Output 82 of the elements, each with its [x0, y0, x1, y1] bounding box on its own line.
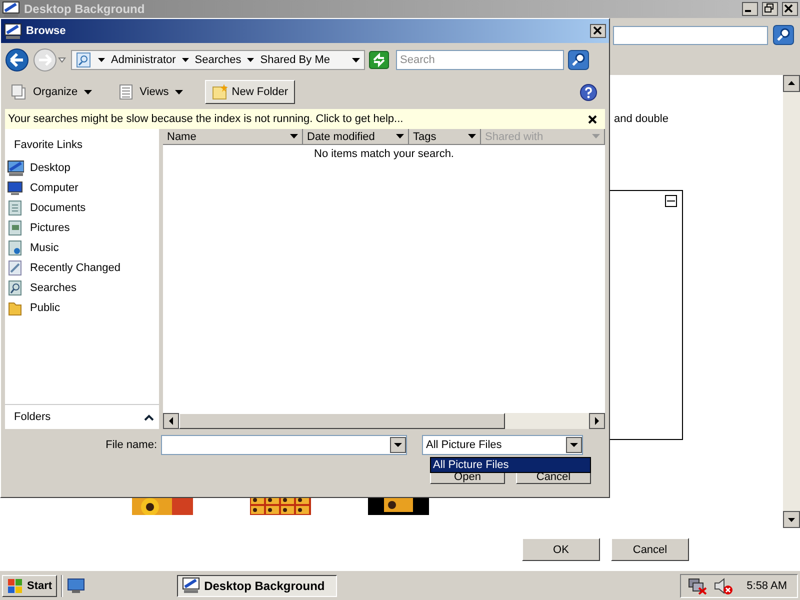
caret-icon [84, 90, 92, 94]
caret-icon [592, 134, 600, 139]
list-view-icon [118, 84, 134, 100]
folders-label: Folders [14, 411, 51, 423]
restore-button[interactable] [762, 2, 778, 16]
search-field[interactable] [613, 26, 768, 44]
breadcrumb-item[interactable]: Searches [194, 54, 242, 66]
close-button[interactable] [590, 24, 606, 38]
caret-icon [182, 58, 189, 62]
new-folder-button[interactable]: New Folder [204, 80, 296, 104]
favorite-link[interactable]: Public [5, 298, 159, 318]
folder-icon [212, 84, 228, 100]
music-icon [7, 240, 24, 256]
search-button[interactable] [773, 25, 794, 45]
favorite-link[interactable]: Searches [5, 278, 159, 298]
close-button[interactable] [782, 2, 798, 16]
volume-muted-icon [712, 576, 733, 594]
refresh-button[interactable] [369, 51, 389, 69]
column-header[interactable]: Tags [409, 129, 481, 145]
instruction-text: and double [614, 113, 668, 125]
column-header[interactable]: Date modified [303, 129, 409, 145]
dropdown-option[interactable]: All Picture Files [431, 458, 590, 472]
favorite-link[interactable]: Pictures [5, 218, 159, 238]
scroll-thumb[interactable] [179, 413, 505, 429]
info-bar-text: Your searches might be slow because the index is not running. Click to get help... [8, 113, 404, 125]
document-icon [7, 200, 24, 216]
caret-icon [247, 58, 254, 62]
folder-icon [7, 300, 24, 316]
favorite-link[interactable]: Computer [5, 178, 159, 198]
minimize-button[interactable] [742, 2, 758, 16]
computer-icon [7, 180, 24, 196]
monitor-icon [4, 22, 22, 40]
file-type-dropdown[interactable]: All Picture Files [422, 435, 583, 455]
favorite-link[interactable]: Desktop [5, 158, 159, 178]
pictures-icon [7, 220, 24, 236]
show-desktop-icon[interactable] [67, 578, 86, 594]
start-button[interactable]: Start [2, 574, 58, 596]
favorite-link[interactable]: Documents [5, 198, 159, 218]
caret-icon [396, 134, 404, 139]
clock: 5:58 AM [746, 580, 787, 592]
dialog-title: Browse [26, 25, 67, 37]
breadcrumb-item[interactable]: Shared By Me [260, 54, 330, 66]
cancel-button[interactable]: Cancel [611, 538, 689, 561]
search-folder-icon [7, 280, 24, 296]
file-name-label: File name: [104, 439, 158, 451]
caret-icon [98, 58, 105, 62]
dropdown-button[interactable] [566, 437, 582, 453]
taskbar-button[interactable]: Desktop Background [177, 574, 338, 596]
caret-icon [174, 90, 183, 94]
horizontal-scrollbar[interactable] [163, 413, 605, 429]
windows-logo-icon [7, 578, 23, 594]
dropdown-button[interactable] [390, 437, 406, 453]
desktop-icon [7, 160, 24, 176]
search-folder-icon [76, 52, 92, 68]
recent-icon [7, 260, 24, 276]
ok-button[interactable]: OK [522, 538, 600, 561]
pane-heading: Favorite Links [13, 138, 84, 153]
column-header[interactable]: Name [163, 129, 303, 145]
search-field[interactable]: Search [396, 50, 564, 70]
monitor-icon [182, 577, 200, 594]
address-bar[interactable]: Administrator Searches Shared By Me [71, 50, 365, 70]
window-title: Desktop Background [24, 2, 146, 16]
empty-message: No items match your search. [313, 147, 455, 160]
views-menu-button[interactable]: Views [114, 81, 187, 103]
favorite-link[interactable]: Music [5, 238, 159, 258]
network-error-icon [686, 576, 707, 594]
caret-icon [290, 134, 298, 139]
collapse-icon[interactable] [665, 195, 677, 207]
close-icon[interactable] [588, 114, 597, 124]
breadcrumb-item[interactable]: Administrator [111, 54, 176, 66]
favorite-link[interactable]: Recently Changed [5, 258, 159, 278]
vertical-scrollbar[interactable] [783, 75, 800, 528]
info-bar[interactable]: Your searches might be slow because the index is not running. Click to get help... [5, 109, 605, 129]
organize-menu-button[interactable]: Organize [7, 81, 96, 103]
chevron-up-icon[interactable] [144, 414, 154, 420]
caret-icon [468, 134, 476, 139]
dropdown-arrow-icon[interactable] [352, 58, 360, 62]
file-name-field[interactable] [161, 435, 407, 455]
search-button[interactable] [568, 50, 589, 70]
back-button[interactable] [5, 48, 29, 72]
help-icon[interactable] [580, 84, 597, 100]
pages-icon [11, 84, 27, 100]
